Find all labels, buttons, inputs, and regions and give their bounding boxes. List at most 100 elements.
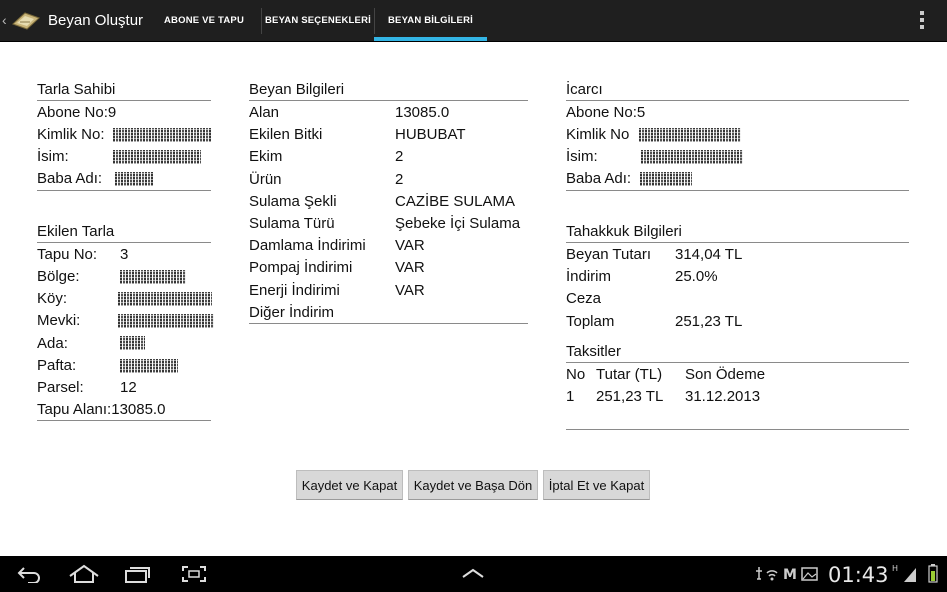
baba-adi-label: Baba Adı: bbox=[37, 170, 103, 187]
taksitler-title: Taksitler bbox=[566, 343, 622, 360]
tahakkuk-title: Tahakkuk Bilgileri bbox=[566, 223, 682, 240]
divider bbox=[566, 429, 909, 430]
beyan-bilgileri-title: Beyan Bilgileri bbox=[249, 81, 345, 98]
tab-abone-ve-tapu[interactable]: ABONE VE TAPU bbox=[154, 0, 254, 41]
recent-apps-icon[interactable] bbox=[124, 565, 152, 583]
taksit-no: 1 bbox=[566, 388, 575, 405]
ada-label: Ada: bbox=[37, 335, 68, 352]
taksit-son-odeme: 31.12.2013 bbox=[685, 388, 761, 405]
divider bbox=[566, 100, 909, 101]
parsel-label: Parsel: bbox=[37, 379, 84, 396]
beyan-row-label: Ekilen Bitki bbox=[249, 126, 323, 144]
tahakkuk-row-label: İndirim bbox=[566, 268, 612, 286]
tapu-alani: Tapu Alanı:13085.0 bbox=[37, 401, 166, 418]
tahakkuk-row-value: 314,04 TL bbox=[675, 246, 743, 263]
tarla-sahibi-title: Tarla Sahibi bbox=[37, 81, 116, 98]
tarla-sahibi-abone-no: Abone No:9 bbox=[37, 104, 117, 121]
back-chevron-icon[interactable]: ‹ bbox=[2, 12, 7, 28]
app-logo-icon[interactable] bbox=[11, 10, 41, 30]
beyan-row-label: Pompaj İndirimi bbox=[249, 259, 353, 277]
redacted-kimlik-no bbox=[113, 128, 211, 142]
beyan-row-value: CAZİBE SULAMA bbox=[395, 192, 516, 210]
mevki-label: Mevki: bbox=[37, 312, 81, 329]
beyan-row-label: Sulama Şekli bbox=[249, 192, 337, 210]
divider bbox=[37, 100, 211, 101]
home-icon[interactable] bbox=[68, 564, 100, 584]
beyan-row-label: Diğer İndirim bbox=[249, 303, 335, 321]
redacted-bolge bbox=[120, 270, 186, 284]
icarci-abone-no: Abone No:5 bbox=[566, 104, 646, 121]
koy-label: Köy: bbox=[37, 290, 68, 307]
svg-text:M: M bbox=[783, 567, 797, 583]
signal-battery-icon: H bbox=[892, 564, 938, 583]
back-icon[interactable] bbox=[16, 565, 42, 583]
beyan-row-value: 13085.0 bbox=[395, 104, 450, 121]
redacted-icarci-isim bbox=[641, 150, 743, 164]
overflow-menu-icon[interactable] bbox=[918, 11, 926, 31]
beyan-row-value: VAR bbox=[395, 259, 425, 277]
beyan-row-value: VAR bbox=[395, 237, 425, 255]
tab-label: BEYAN BİLGİLERİ bbox=[388, 15, 473, 26]
redacted-ada bbox=[120, 336, 145, 350]
beyan-row-label: Ürün bbox=[249, 170, 282, 188]
tapu-no-label: Tapu No: bbox=[37, 246, 98, 263]
redacted-pafta bbox=[120, 359, 178, 373]
taksit-header-tutar: Tutar (TL) bbox=[596, 366, 663, 383]
beyan-row-label: Ekim bbox=[249, 148, 283, 166]
beyan-row-value: VAR bbox=[395, 281, 425, 299]
redacted-baba-adi bbox=[115, 172, 153, 186]
beyan-row-value: HUBUBAT bbox=[395, 126, 466, 144]
kimlik-no-label: Kimlik No: bbox=[37, 126, 105, 143]
status-clock: 01:43 bbox=[828, 563, 889, 587]
pafta-label: Pafta: bbox=[37, 357, 77, 374]
taksit-header-no: No bbox=[566, 366, 586, 383]
divider bbox=[249, 323, 528, 324]
redacted-isim bbox=[113, 150, 201, 164]
tab-beyan-secenekleri[interactable]: BEYAN SEÇENEKLERİ bbox=[262, 0, 374, 41]
divider bbox=[566, 242, 909, 243]
taksit-tutar: 251,23 TL bbox=[596, 388, 664, 405]
tahakkuk-row-label: Toplam bbox=[566, 312, 615, 330]
icarci-isim-label: İsim: bbox=[566, 148, 598, 165]
redacted-icarci-kimlik-no bbox=[639, 128, 741, 142]
save-and-close-button[interactable]: Kaydet ve Kapat bbox=[296, 470, 403, 500]
tab-beyan-bilgileri[interactable]: BEYAN BİLGİLERİ bbox=[374, 0, 487, 41]
bolge-label: Bölge: bbox=[37, 268, 80, 285]
beyan-row-value: Şebeke İçi Sulama bbox=[395, 215, 521, 232]
tab-label: ABONE VE TAPU bbox=[163, 15, 244, 26]
icarci-title: İcarcı bbox=[566, 81, 603, 98]
isim-label: İsim: bbox=[37, 148, 69, 165]
status-icons: M bbox=[756, 567, 818, 583]
beyan-row-value: 2 bbox=[395, 170, 404, 188]
action-bar: ‹ Beyan Oluştur ABONE VE TAPU BEYAN SEÇE… bbox=[0, 0, 947, 42]
divider bbox=[566, 190, 909, 191]
system-navigation-bar: M H bbox=[0, 556, 947, 592]
beyan-row-label: Damlama İndirimi bbox=[249, 237, 366, 255]
tahakkuk-row-label: Ceza bbox=[566, 290, 602, 308]
divider bbox=[37, 242, 211, 243]
cancel-and-close-button[interactable]: İptal Et ve Kapat bbox=[543, 470, 650, 500]
chevron-up-icon[interactable] bbox=[461, 567, 485, 579]
tapu-no-value: 3 bbox=[120, 246, 129, 263]
selected-tab-indicator bbox=[374, 37, 487, 41]
redacted-icarci-baba-adi bbox=[640, 172, 692, 186]
redacted-mevki bbox=[118, 314, 214, 328]
tahakkuk-row-value: 25.0% bbox=[675, 268, 718, 286]
redacted-koy bbox=[118, 292, 212, 306]
tab-label: BEYAN SEÇENEKLERİ bbox=[265, 15, 371, 26]
beyan-row-label: Sulama Türü bbox=[249, 215, 335, 232]
divider bbox=[37, 420, 211, 421]
tahakkuk-row-value: 251,23 TL bbox=[675, 312, 743, 330]
divider bbox=[249, 100, 528, 101]
divider bbox=[566, 362, 909, 363]
svg-text:H: H bbox=[892, 564, 898, 573]
app-title: Beyan Oluştur bbox=[48, 12, 144, 29]
beyan-row-value: 2 bbox=[395, 148, 404, 166]
divider bbox=[37, 190, 211, 191]
tahakkuk-row-label: Beyan Tutarı bbox=[566, 246, 652, 263]
screenshot-icon[interactable] bbox=[181, 565, 207, 583]
icarci-baba-adi-label: Baba Adı: bbox=[566, 170, 632, 187]
beyan-row-label: Enerji İndirimi bbox=[249, 281, 340, 299]
save-and-restart-button[interactable]: Kaydet ve Başa Dön bbox=[408, 470, 538, 500]
icarci-kimlik-no-label: Kimlik No bbox=[566, 126, 630, 143]
